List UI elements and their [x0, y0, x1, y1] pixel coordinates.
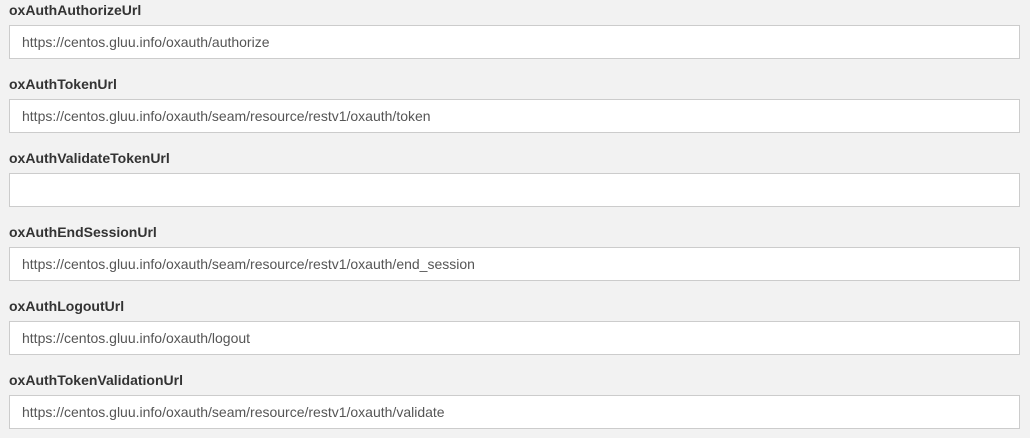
oxauth-url-settings-form: oxAuthAuthorizeUrl oxAuthTokenUrl oxAuth…: [0, 0, 1030, 438]
field-oxauth-authorize-url: oxAuthAuthorizeUrl: [9, 1, 1020, 59]
field-label: oxAuthValidateTokenUrl: [9, 150, 170, 166]
field-label: oxAuthTokenUrl: [9, 76, 117, 92]
field-oxauth-end-session-url: oxAuthEndSessionUrl: [9, 223, 1020, 281]
oxauth-logout-url-input[interactable]: [9, 321, 1020, 355]
oxauth-token-validation-url-input[interactable]: [9, 395, 1020, 429]
field-oxauth-token-validation-url: oxAuthTokenValidationUrl: [9, 371, 1020, 429]
oxauth-authorize-url-input[interactable]: [9, 25, 1020, 59]
field-oxauth-validate-token-url: oxAuthValidateTokenUrl: [9, 149, 1020, 207]
field-label: oxAuthTokenValidationUrl: [9, 372, 183, 388]
oxauth-token-url-input[interactable]: [9, 99, 1020, 133]
oxauth-end-session-url-input[interactable]: [9, 247, 1020, 281]
field-label: oxAuthEndSessionUrl: [9, 224, 157, 240]
field-oxauth-token-url: oxAuthTokenUrl: [9, 75, 1020, 133]
field-label: oxAuthLogoutUrl: [9, 298, 125, 314]
oxauth-validate-token-url-input[interactable]: [9, 173, 1020, 207]
field-oxauth-logout-url: oxAuthLogoutUrl: [9, 297, 1020, 355]
field-label: oxAuthAuthorizeUrl: [9, 2, 142, 18]
